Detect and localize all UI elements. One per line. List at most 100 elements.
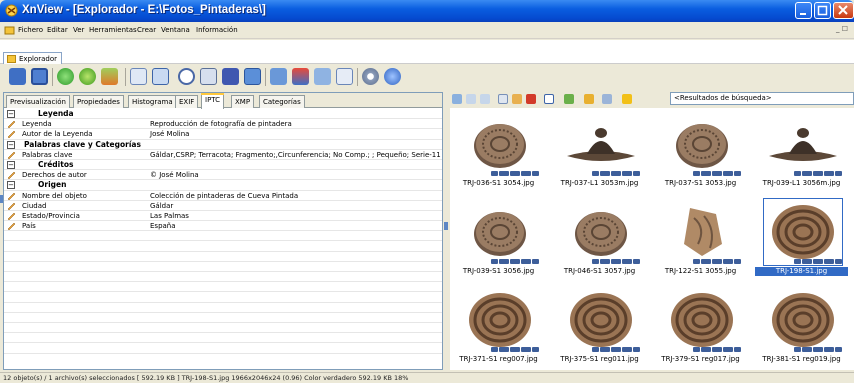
- capture-icon[interactable]: [244, 68, 261, 85]
- acquire-icon[interactable]: [101, 68, 118, 85]
- thumbnail-item[interactable]: TRJ-037-L1 3053m.jpg: [553, 110, 646, 192]
- web-page-icon[interactable]: [292, 68, 309, 85]
- thumbnail-item[interactable]: TRJ-381-S1 reg019.jpg: [755, 286, 848, 368]
- print-icon[interactable]: [200, 68, 217, 85]
- thumbnail-item[interactable]: TRJ-379-S1 reg017.jpg: [654, 286, 747, 368]
- filter-icon[interactable]: [584, 94, 594, 104]
- tab-histograma[interactable]: Histograma: [128, 95, 177, 108]
- property-row[interactable]: Leyenda Reproducción de fotografía de pin…: [4, 119, 442, 130]
- batch-icon[interactable]: [222, 68, 239, 85]
- thumbnail-image[interactable]: [561, 286, 641, 354]
- info-icon[interactable]: [384, 68, 401, 85]
- tab-iptc[interactable]: IPTC: [201, 93, 225, 109]
- tab-previsualizacion[interactable]: Previsualización: [6, 95, 70, 108]
- maximize-button[interactable]: [814, 2, 831, 19]
- thumbnail-item[interactable]: TRJ-039-L1 3056m.jpg: [755, 110, 848, 192]
- tab-exif[interactable]: EXIF: [175, 95, 199, 108]
- menu-ventana[interactable]: Ventana: [161, 26, 190, 34]
- thumbnail-filename: TRJ-046-S1 3057.jpg: [563, 267, 636, 275]
- document-tab-strip: Explorador: [0, 40, 854, 65]
- menu-informacion[interactable]: Información: [196, 26, 238, 34]
- thumbnail-item[interactable]: TRJ-039-S1 3056.jpg: [452, 198, 545, 280]
- refresh-icon[interactable]: [57, 68, 74, 85]
- property-row[interactable]: Autor de la Leyenda José Molina: [4, 129, 442, 140]
- thumbnail-image[interactable]: [561, 110, 641, 178]
- print-preview-icon[interactable]: [130, 68, 147, 85]
- view-mode-icon[interactable]: [544, 94, 554, 104]
- splitter-collapse-icon[interactable]: [444, 222, 448, 230]
- thumbnail-item[interactable]: TRJ-036-S1 3054.jpg: [452, 110, 545, 192]
- group-creditos[interactable]: − Créditos: [4, 160, 442, 171]
- thumbnail-image[interactable]: [460, 286, 540, 354]
- thumbnail-image[interactable]: [662, 286, 742, 354]
- thumbnail-refresh-icon[interactable]: [602, 94, 612, 104]
- exif-badge-icon: [499, 171, 509, 176]
- fullscreen-icon[interactable]: [31, 68, 48, 85]
- favorites-star-icon[interactable]: [622, 94, 632, 104]
- sort-icon[interactable]: [564, 94, 574, 104]
- collapse-toggle-icon[interactable]: −: [7, 160, 15, 169]
- collapse-toggle-icon[interactable]: −: [7, 181, 15, 190]
- thumbnail-image[interactable]: [763, 286, 843, 354]
- open-icon[interactable]: [9, 68, 26, 85]
- thumbnail-image[interactable]: [662, 198, 742, 266]
- thumbnail-item[interactable]: TRJ-198-S1.jpg: [755, 198, 848, 280]
- group-leyenda[interactable]: − Leyenda: [4, 109, 442, 120]
- iptc-badge-icon: [510, 171, 520, 176]
- property-row[interactable]: Estado/Provincia Las Palmas: [4, 211, 442, 222]
- thumbnail-image[interactable]: [460, 198, 540, 266]
- group-origen[interactable]: − Origen: [4, 180, 442, 191]
- menu-herramientas[interactable]: Herramientas: [89, 26, 137, 34]
- thumbnail-image[interactable]: [662, 110, 742, 178]
- tab-propiedades[interactable]: Propiedades: [73, 95, 124, 108]
- thumbnail-item[interactable]: TRJ-037-S1 3053.jpg: [654, 110, 747, 192]
- thumbnail-item[interactable]: TRJ-122-S1 3055.jpg: [654, 198, 747, 280]
- group-palabras-clave[interactable]: − Palabras clave y Categorías: [4, 140, 442, 150]
- up-folder-icon[interactable]: [480, 94, 490, 104]
- recycle-icon[interactable]: [79, 68, 96, 85]
- icc-badge-icon: [734, 171, 741, 176]
- find-icon[interactable]: [178, 68, 195, 85]
- back-icon[interactable]: [452, 94, 462, 104]
- menu-crear[interactable]: Crear: [137, 26, 156, 34]
- contact-sheet-icon[interactable]: [314, 68, 331, 85]
- thumbnail-image[interactable]: [561, 198, 641, 266]
- property-row[interactable]: Derechos de autor © José Molina: [4, 170, 442, 181]
- delete-icon[interactable]: [526, 94, 536, 104]
- thumbnail-image[interactable]: [763, 198, 843, 266]
- mdi-window-controls[interactable]: _ ☐: [836, 25, 848, 33]
- menu-fichero[interactable]: Fichero: [18, 26, 43, 34]
- close-button[interactable]: [833, 2, 854, 19]
- thumbnail-image[interactable]: [763, 110, 843, 178]
- thumbnail-item[interactable]: TRJ-046-S1 3057.jpg: [553, 198, 646, 280]
- xnview-app-icon[interactable]: [5, 4, 18, 17]
- multipage-icon[interactable]: [336, 68, 353, 85]
- menu-ver[interactable]: Ver: [73, 26, 84, 34]
- xmp-badge-icon: [622, 259, 632, 264]
- forward-icon[interactable]: [466, 94, 476, 104]
- new-folder-icon[interactable]: [498, 94, 508, 104]
- slideshow-icon[interactable]: [152, 68, 169, 85]
- folder-icon: [7, 55, 16, 63]
- thumbnail-item[interactable]: TRJ-375-S1 reg011.jpg: [553, 286, 646, 368]
- property-row[interactable]: Nombre del objeto Colección de pintaderas…: [4, 191, 442, 201]
- thumbnail-image[interactable]: [460, 110, 540, 178]
- search-results-field[interactable]: <Resultados de búsqueda>: [670, 92, 854, 105]
- property-row[interactable]: País España: [4, 221, 442, 232]
- rename-icon[interactable]: [512, 94, 522, 104]
- minimize-button[interactable]: [795, 2, 812, 19]
- property-row[interactable]: Palabras clave Gáldar,CSRP; Terracota; Fr…: [4, 150, 442, 160]
- thumbnail-item[interactable]: TRJ-371-S1 reg007.jpg: [452, 286, 545, 368]
- collapse-toggle-icon[interactable]: −: [7, 110, 15, 118]
- pane-splitter[interactable]: [444, 92, 448, 370]
- convert-icon[interactable]: [270, 68, 287, 85]
- tab-categorias[interactable]: Categorías: [259, 95, 305, 108]
- property-row[interactable]: Ciudad Gáldar: [4, 201, 442, 211]
- exif-badge-icon: [600, 347, 610, 352]
- collapse-toggle-icon[interactable]: −: [7, 140, 15, 149]
- menu-editar[interactable]: Editar: [47, 26, 68, 34]
- exif-badge-icon: [499, 259, 509, 264]
- tab-xmp[interactable]: XMP: [231, 95, 255, 108]
- mdi-document-icon[interactable]: [4, 25, 15, 36]
- settings-icon[interactable]: [362, 68, 379, 85]
